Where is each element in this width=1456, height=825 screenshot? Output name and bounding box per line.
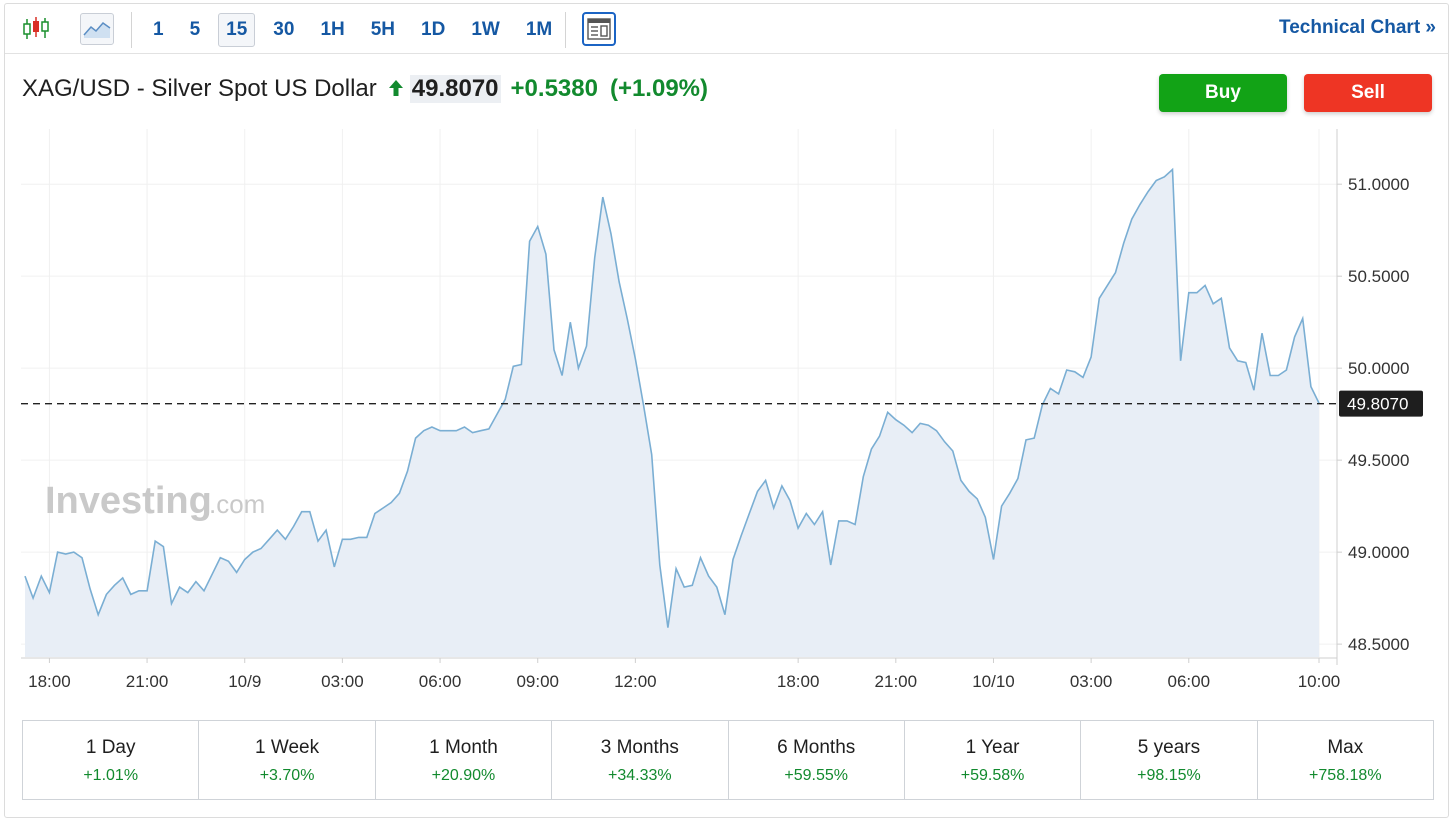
period-label: 1 Year <box>965 737 1020 758</box>
period-label: 1 Week <box>255 737 320 758</box>
period-value: +59.58% <box>960 767 1025 784</box>
price-tick-label: 49.0000 <box>1348 543 1409 562</box>
period-label: Max <box>1327 737 1364 758</box>
price-tick-label: 50.0000 <box>1348 359 1409 378</box>
period-performance-table: 1 Day +1.01% 1 Week +3.70% 1 Month +20.90% … <box>22 720 1434 800</box>
time-tick-label: 21:00 <box>126 672 169 691</box>
time-tick-label: 21:00 <box>875 672 918 691</box>
period-value: +59.55% <box>784 767 848 784</box>
price-tick-label: 48.5000 <box>1348 635 1409 654</box>
period-6-months[interactable]: 6 Months +59.55% <box>729 721 905 799</box>
period-5-years[interactable]: 5 years +98.15% <box>1081 721 1258 799</box>
period-value: +34.33% <box>608 767 672 784</box>
price-chart[interactable]: Investing .com 51.0000 50.5000 50.0000 49.5… <box>1 1 1456 701</box>
price-area <box>25 169 1319 657</box>
time-tick-label: 03:00 <box>321 672 364 691</box>
time-tick-label: 10/10 <box>972 672 1015 691</box>
period-3-months[interactable]: 3 Months +34.33% <box>552 721 729 799</box>
time-tick-label: 10/9 <box>228 672 261 691</box>
period-1-day[interactable]: 1 Day +1.01% <box>23 721 200 799</box>
watermark-suffix: .com <box>209 489 265 519</box>
period-value: +1.01% <box>83 767 139 784</box>
time-tick-label: 18:00 <box>28 672 71 691</box>
period-1-week[interactable]: 1 Week +3.70% <box>199 721 376 799</box>
watermark-brand: Investing <box>45 480 212 522</box>
time-tick-label: 12:00 <box>614 672 657 691</box>
chart-widget: 1 5 15 30 1H 5H 1D 1W 1M Technical Chart… <box>4 3 1449 818</box>
period-label: 5 years <box>1137 737 1201 758</box>
period-value: +98.15% <box>1137 767 1201 784</box>
period-label: 3 Months <box>600 737 679 758</box>
period-label: 6 Months <box>777 737 856 758</box>
investing-watermark: Investing .com <box>45 480 265 522</box>
period-1-month[interactable]: 1 Month +20.90% <box>376 721 553 799</box>
period-value: +3.70% <box>259 767 315 784</box>
time-tick-label: 09:00 <box>516 672 559 691</box>
period-1-year[interactable]: 1 Year +59.58% <box>905 721 1082 799</box>
time-tick-label: 06:00 <box>419 672 462 691</box>
last-price-badge-text: 49.8070 <box>1347 395 1408 414</box>
time-tick-label: 18:00 <box>777 672 820 691</box>
price-tick-label: 49.5000 <box>1348 451 1409 470</box>
period-label: 1 Month <box>429 737 498 758</box>
period-value: +758.18% <box>1309 767 1382 784</box>
period-label: 1 Day <box>85 737 136 758</box>
price-tick-label: 51.0000 <box>1348 175 1409 194</box>
price-tick-label: 50.5000 <box>1348 267 1409 286</box>
time-axis: 18:00 21:00 10/9 03:00 06:00 09:00 12:00 18:00 2… <box>28 658 1340 691</box>
time-tick-label: 03:00 <box>1070 672 1113 691</box>
last-price-label: 49.8070 <box>1339 390 1423 417</box>
time-tick-label: 10:00 <box>1298 672 1341 691</box>
time-tick-label: 06:00 <box>1168 672 1211 691</box>
period-max[interactable]: Max +758.18% <box>1258 721 1433 799</box>
period-value: +20.90% <box>431 767 496 784</box>
